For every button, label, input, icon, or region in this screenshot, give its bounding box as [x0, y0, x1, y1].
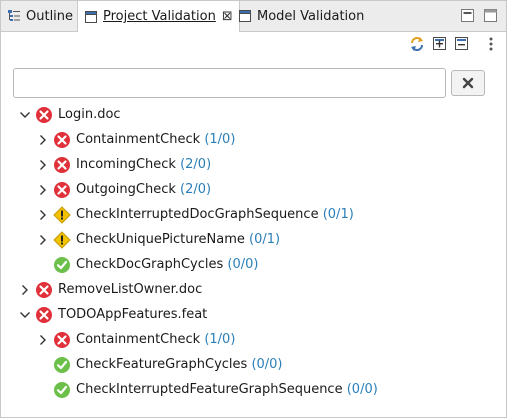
chevron-right-icon[interactable]: [37, 159, 49, 171]
check-name: Login.doc: [58, 107, 121, 122]
tab-model-validation[interactable]: Model Validation: [232, 1, 370, 31]
issue-count: (2/0): [180, 182, 212, 197]
ok-icon: [53, 356, 71, 374]
collapse-all-icon[interactable]: [454, 36, 470, 52]
check-name: OutgoingCheck: [76, 182, 176, 197]
check-name: ContainmentCheck: [76, 332, 201, 347]
chevron-right-icon[interactable]: [37, 134, 49, 146]
check-name: CheckFeatureGraphCycles: [76, 357, 248, 372]
expand-all-icon[interactable]: [432, 36, 448, 52]
tree-item[interactable]: ContainmentCheck (1/0): [1, 328, 506, 353]
check-name: CheckDocGraphCycles: [76, 257, 224, 272]
issue-count: (1/0): [204, 332, 236, 347]
check-name: RemoveListOwner.doc: [58, 282, 203, 297]
issue-count: (0/0): [227, 257, 259, 272]
error-icon: [53, 331, 71, 349]
chevron-right-icon[interactable]: [37, 334, 49, 346]
tree-item[interactable]: CheckDocGraphCycles (0/0): [1, 253, 506, 278]
issue-count: (2/0): [180, 157, 212, 172]
check-name: TODOAppFeatures.feat: [58, 307, 208, 322]
validation-view: Outline Project Validation ⊠ Model Valid…: [0, 0, 507, 418]
outline-icon: [7, 9, 21, 23]
sync-icon[interactable]: [409, 36, 425, 52]
tree-item-label: TODOAppFeatures.feat: [58, 307, 207, 322]
chevron-right-icon[interactable]: [37, 184, 49, 196]
chevron-down-icon[interactable]: [19, 109, 31, 121]
chevron-right-icon[interactable]: [37, 209, 49, 221]
tab-outline-label: Outline: [26, 8, 74, 24]
ok-icon: [53, 256, 71, 274]
tree-item-label: CheckInterruptedDocGraphSequence (0/1): [76, 207, 354, 222]
issue-count: (0/1): [249, 232, 281, 247]
view-window-icon: [84, 10, 98, 24]
tree-item-label: CheckInterruptedFeatureGraphSequence (0/…: [76, 382, 378, 397]
check-name: CheckUniquePictureName: [76, 232, 245, 247]
error-icon: [53, 131, 71, 149]
tree-item-label: Login.doc: [58, 107, 121, 122]
clear-icon: [462, 77, 474, 89]
tab-model-validation-label: Model Validation: [257, 8, 365, 24]
tab-outline[interactable]: Outline: [1, 1, 79, 31]
tree-item[interactable]: CheckUniquePictureName (0/1): [1, 228, 506, 253]
tree-item-label: OutgoingCheck (2/0): [76, 182, 211, 197]
view-menu-icon[interactable]: [486, 36, 496, 52]
maximize-icon[interactable]: [484, 9, 497, 22]
tree-item[interactable]: ContainmentCheck (1/0): [1, 128, 506, 153]
tree-item-label: CheckFeatureGraphCycles (0/0): [76, 357, 283, 372]
tree-item-label: CheckUniquePictureName (0/1): [76, 232, 280, 247]
check-name: IncomingCheck: [76, 157, 176, 172]
filter-input[interactable]: [13, 68, 446, 98]
check-name: CheckInterruptedFeatureGraphSequence: [76, 382, 343, 397]
warning-icon: [53, 206, 71, 224]
tree-item[interactable]: CheckInterruptedDocGraphSequence (0/1): [1, 203, 506, 228]
issue-count: (0/0): [346, 382, 378, 397]
tab-project-validation-label: Project Validation: [103, 9, 216, 24]
ok-icon: [53, 381, 71, 399]
issue-count: (0/1): [322, 207, 354, 222]
tree-item[interactable]: Login.doc: [1, 103, 506, 128]
minimize-icon[interactable]: [461, 9, 474, 22]
error-icon: [53, 156, 71, 174]
check-name: CheckInterruptedDocGraphSequence: [76, 207, 319, 222]
error-icon: [35, 106, 53, 124]
issue-count: (0/0): [251, 357, 283, 372]
tree-item[interactable]: RemoveListOwner.doc: [1, 278, 506, 303]
error-icon: [53, 181, 71, 199]
tree-item[interactable]: OutgoingCheck (2/0): [1, 178, 506, 203]
issue-count: (1/0): [204, 132, 236, 147]
error-icon: [35, 281, 53, 299]
tree-item[interactable]: CheckInterruptedFeatureGraphSequence (0/…: [1, 378, 506, 403]
tab-project-validation[interactable]: Project Validation ⊠: [77, 1, 240, 32]
clear-filter-button[interactable]: [451, 70, 485, 96]
tree-item-label: ContainmentCheck (1/0): [76, 132, 235, 147]
tree-item-label: ContainmentCheck (1/0): [76, 332, 235, 347]
warning-icon: [53, 231, 71, 249]
tree-item[interactable]: TODOAppFeatures.feat: [1, 303, 506, 328]
tree-item[interactable]: IncomingCheck (2/0): [1, 153, 506, 178]
view-window-icon: [238, 9, 252, 23]
tree-item-label: IncomingCheck (2/0): [76, 157, 211, 172]
tree-item-label: RemoveListOwner.doc: [58, 282, 202, 297]
tree-item[interactable]: CheckFeatureGraphCycles (0/0): [1, 353, 506, 378]
error-icon: [35, 306, 53, 324]
check-name: ContainmentCheck: [76, 132, 201, 147]
tree-item-label: CheckDocGraphCycles (0/0): [76, 257, 259, 272]
chevron-right-icon[interactable]: [19, 284, 31, 296]
tab-bar: Outline Project Validation ⊠ Model Valid…: [1, 1, 506, 32]
chevron-down-icon[interactable]: [19, 309, 31, 321]
chevron-right-icon[interactable]: [37, 234, 49, 246]
